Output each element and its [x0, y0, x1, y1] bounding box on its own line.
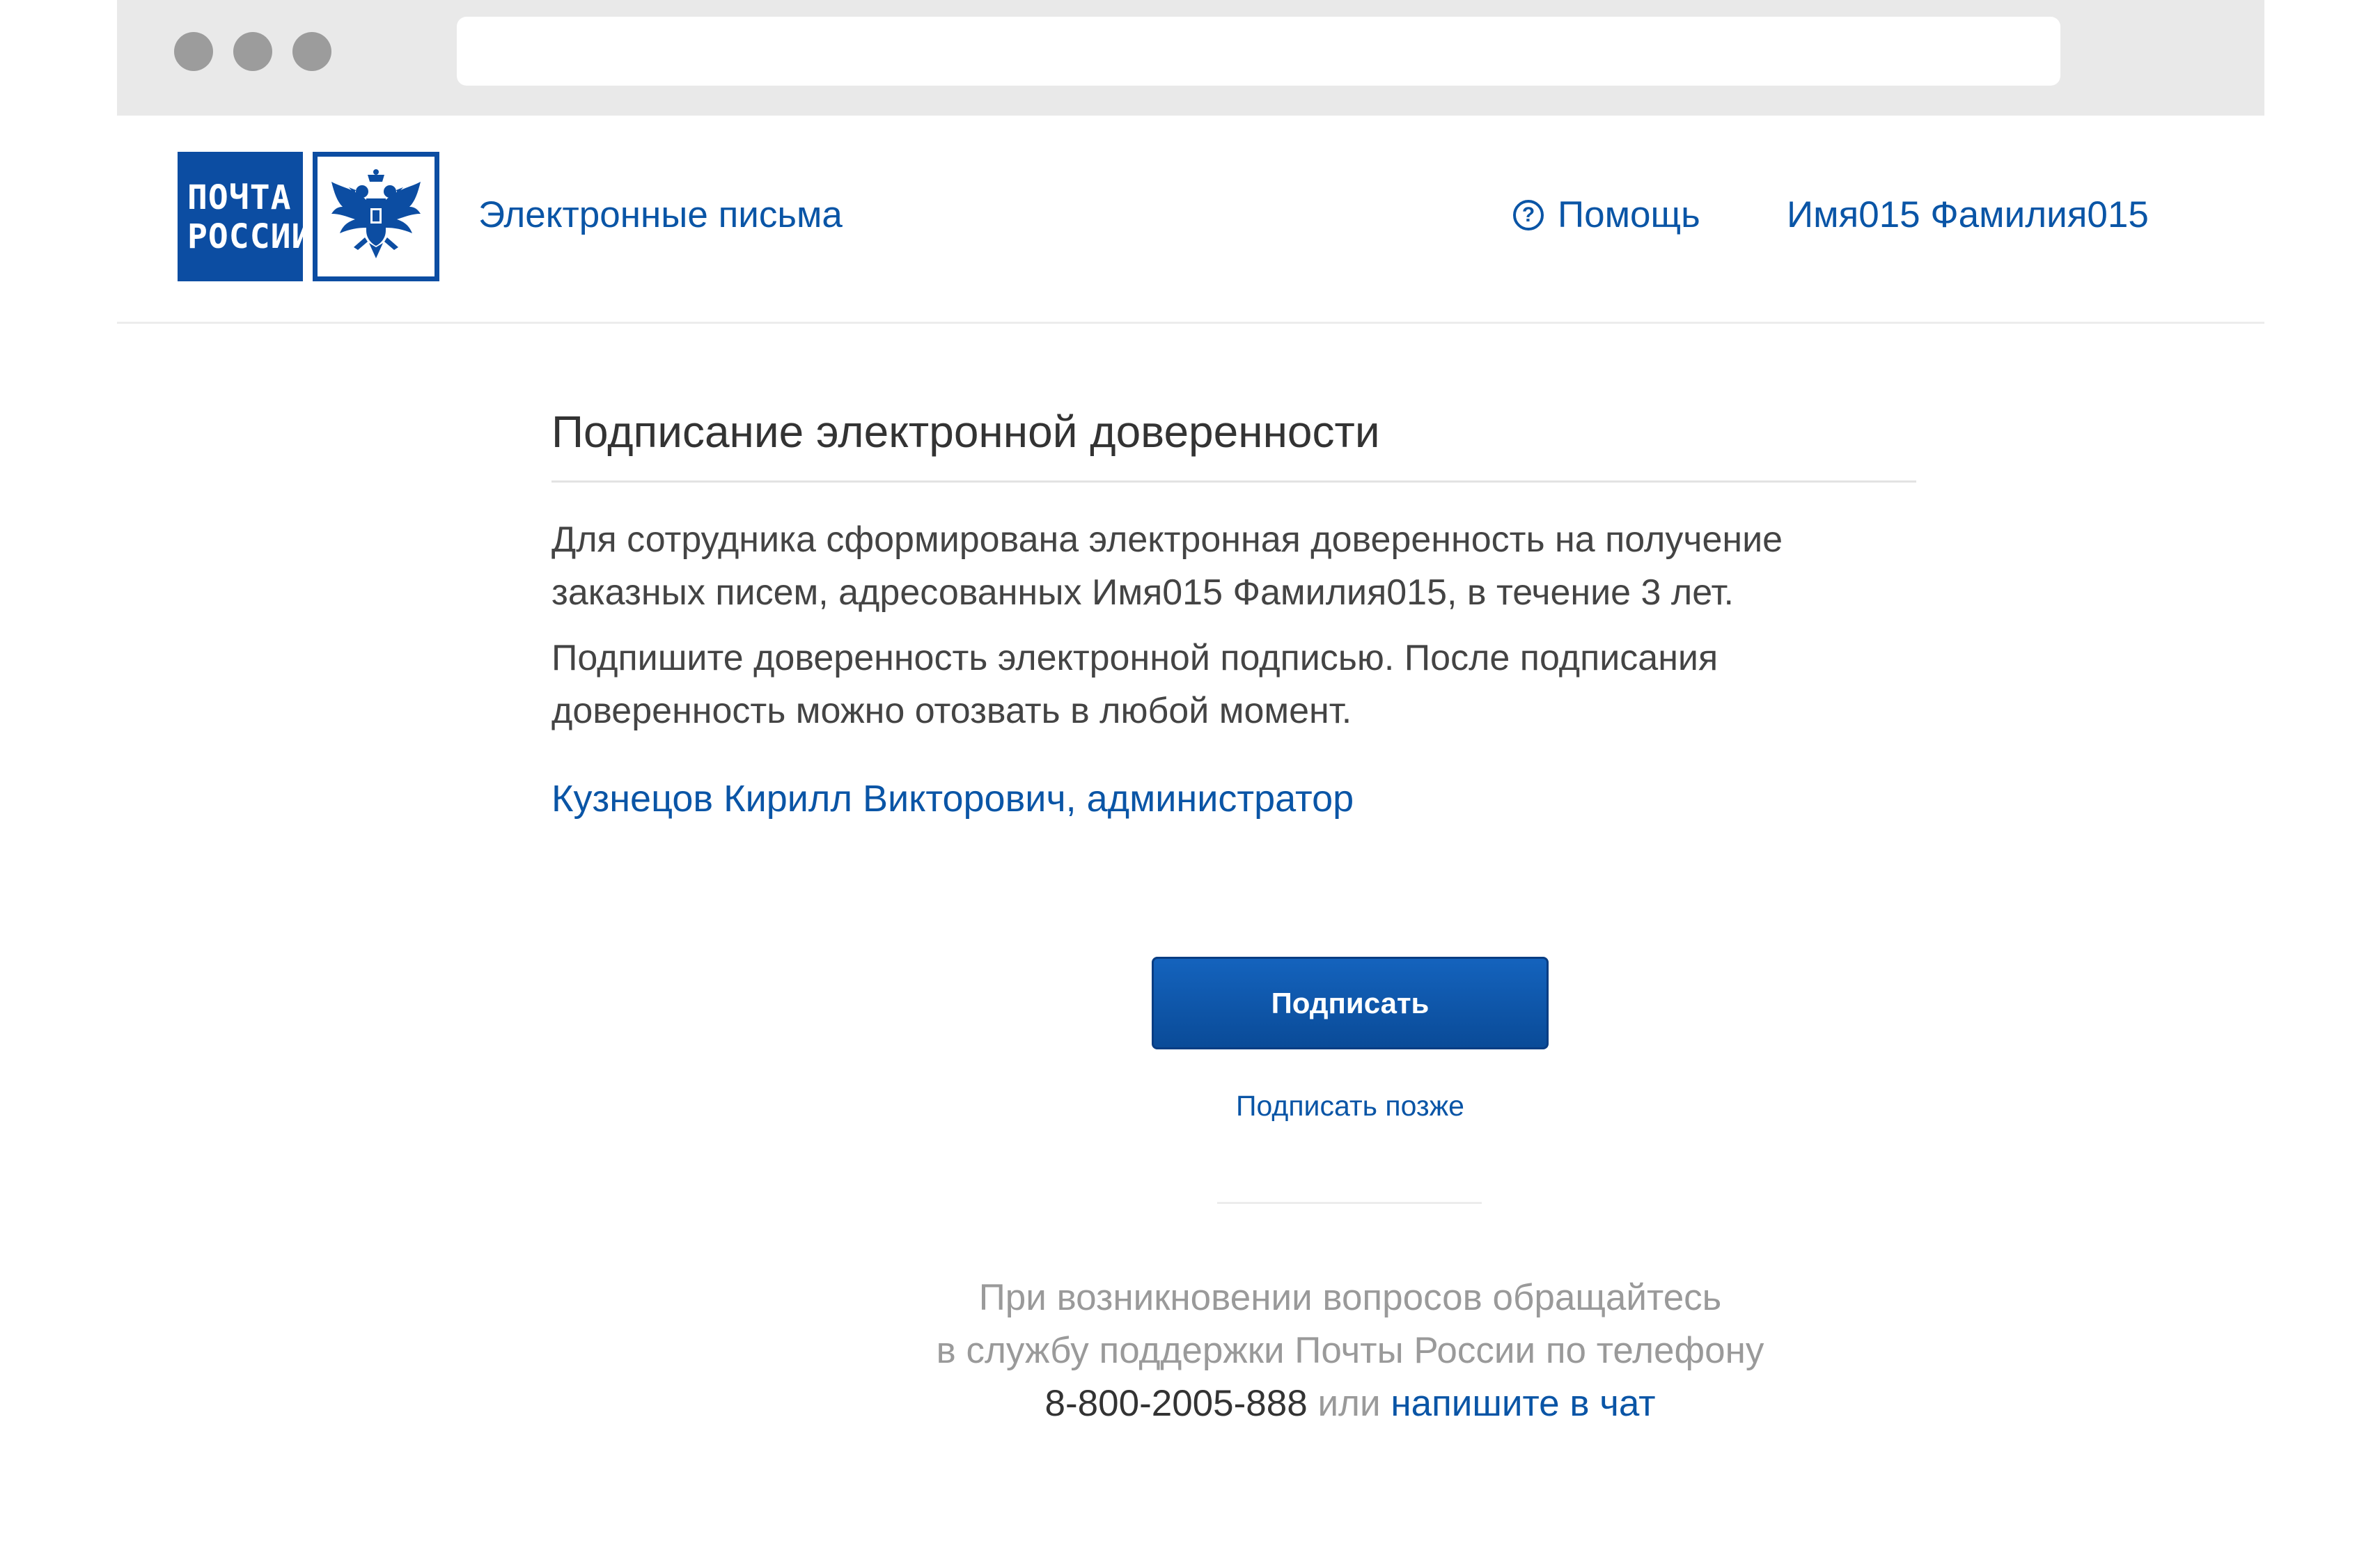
logo-line-1: ПОЧТА	[187, 178, 292, 217]
sign-later-link[interactable]: Подписать позже	[1152, 1086, 1549, 1125]
help-label: Помощь	[1558, 194, 1700, 235]
user-profile-link[interactable]: Имя015 Фамилия015	[1787, 191, 2149, 240]
support-info: При возникновении вопросов обращайтесь в…	[723, 1272, 1977, 1430]
sign-button[interactable]: Подписать	[1152, 957, 1549, 1049]
support-line-1: При возникновении вопросов обращайтесь	[978, 1277, 1722, 1318]
window-minimize-dot[interactable]	[233, 32, 272, 71]
signer-link[interactable]: Кузнецов Кирилл Викторович, администрато…	[551, 772, 1916, 825]
question-circle-icon: ?	[1513, 200, 1544, 230]
window-maximize-dot[interactable]	[292, 32, 331, 71]
support-line-3: 8-800-2005-888 или напишите в чат	[723, 1377, 1977, 1430]
browser-window: ПОЧТА РОССИИ Электронные письма ? Помощь…	[117, 0, 2264, 1541]
double-headed-eagle-icon	[331, 169, 421, 258]
support-line-2: в службу поддержки Почты России по телеф…	[936, 1330, 1764, 1371]
main-content: Подписание электронной доверенности Для …	[551, 404, 1916, 825]
site-header: ПОЧТА РОССИИ Электронные письма ? Помощь…	[117, 116, 2264, 324]
browser-chrome	[117, 0, 2264, 116]
chat-link[interactable]: напишите в чат	[1391, 1383, 1655, 1424]
pochta-emblem-logo[interactable]	[313, 152, 439, 281]
window-close-dot[interactable]	[174, 32, 213, 71]
site-name-link[interactable]: Электронные письма	[478, 191, 843, 240]
pochta-logo-text[interactable]: ПОЧТА РОССИИ	[178, 152, 313, 281]
address-bar[interactable]	[457, 17, 2060, 86]
instruction-paragraph: Подпишите доверенность электронной подпи…	[551, 638, 1719, 731]
support-phone: 8-800-2005-888	[1044, 1383, 1308, 1424]
description-paragraph: Для сотрудника сформирована электронная …	[551, 519, 1783, 613]
support-or: или	[1317, 1383, 1381, 1424]
help-link[interactable]: ? Помощь	[1513, 191, 1700, 240]
logo-line-2: РОССИИ	[187, 217, 313, 256]
page-title: Подписание электронной доверенности	[551, 404, 1916, 483]
divider	[1217, 1202, 1482, 1204]
